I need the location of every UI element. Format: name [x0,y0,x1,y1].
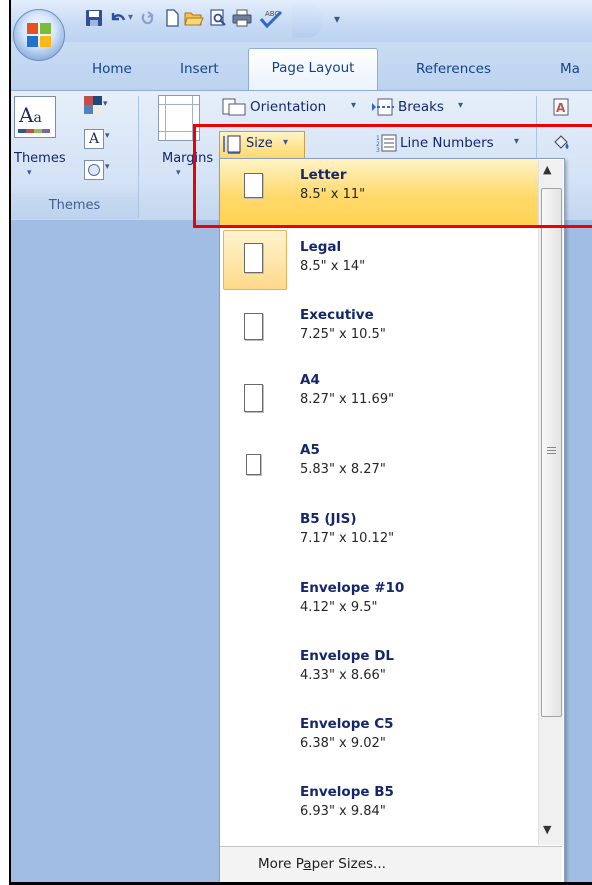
highlight-annotation-box [193,124,592,228]
themes-icon[interactable]: Aa [14,96,56,138]
item-dimensions: 8.5" x 14" [300,259,366,274]
tab-home[interactable]: Home [92,56,132,82]
paper-executive-icon [244,313,263,340]
list-item[interactable]: Envelope DL 4.33" x 8.66" [220,640,538,708]
orientation-icon[interactable] [222,98,246,116]
item-name: Envelope DL [300,648,395,664]
item-name: Envelope C5 [300,716,394,732]
item-name: A4 [300,372,320,388]
theme-fonts-dropdown-icon[interactable]: ▾ [105,131,110,141]
item-dimensions: 8.27" x 11.69" [300,392,395,407]
more-paper-sizes-button[interactable]: More Paper Sizes... [220,846,562,883]
orientation-dropdown-icon[interactable]: ▾ [351,100,356,111]
list-item[interactable]: A4 8.27" x 11.69" [220,364,538,432]
breaks-dropdown-icon[interactable]: ▾ [458,100,463,111]
themes-label[interactable]: Themes [14,151,66,166]
spelling-check-icon[interactable]: ABC [256,8,286,28]
item-dimensions: 6.38" x 9.02" [300,736,386,751]
frame-border-left [9,0,11,885]
scroll-down-arrow-icon[interactable]: ▼ [543,823,551,836]
tab-page-layout[interactable]: Page Layout [248,48,378,91]
paper-a4-icon [244,384,263,412]
paper-legal-icon [244,243,263,273]
orientation-label[interactable]: Orientation [250,99,326,115]
new-document-icon[interactable] [162,8,182,28]
svg-text:▾: ▾ [103,99,108,109]
list-item[interactable]: Envelope C5 6.38" x 9.02" [220,708,538,776]
tab-mailings[interactable]: Ma [560,56,580,82]
list-item[interactable]: Executive 7.25" x 10.5" [220,299,538,367]
theme-effects-dropdown-icon[interactable]: ▾ [105,162,110,172]
redo-icon[interactable] [138,8,158,28]
tab-insert[interactable]: Insert [180,56,219,82]
more-paper-sizes-label: More Paper Sizes... [258,856,386,872]
list-item[interactable]: Legal 8.5" x 14" [220,230,538,299]
quick-access-toolbar-end [292,4,322,38]
breaks-icon[interactable] [372,98,394,116]
list-item[interactable]: A5 5.83" x 8.27" [220,434,538,502]
customize-toolbar-icon[interactable]: ▾ [334,12,340,26]
list-item[interactable]: Envelope B5 6.93" x 9.84" [220,776,538,844]
theme-fonts-icon[interactable]: A [84,129,104,149]
item-dimensions: 7.17" x 10.12" [300,531,395,546]
item-dimensions: 7.25" x 10.5" [300,327,386,342]
theme-effects-icon[interactable] [84,160,104,180]
themes-dropdown-icon[interactable]: ▾ [27,168,32,178]
theme-colors-icon[interactable]: ▾ [84,96,108,114]
item-dimensions: 6.93" x 9.84" [300,804,386,819]
undo-icon[interactable] [108,8,128,28]
group-divider [138,96,139,218]
item-dimensions: 5.83" x 8.27" [300,462,386,477]
item-name: Legal [300,239,342,255]
quick-print-icon[interactable] [232,8,252,28]
office-button[interactable] [13,9,65,61]
paper-a5-icon [246,454,261,475]
item-name: A5 [300,442,320,458]
item-name: Envelope B5 [300,784,394,800]
tab-references[interactable]: References [416,56,491,82]
list-item[interactable]: Envelope #10 4.12" x 9.5" [220,572,538,640]
item-name: B5 (JIS) [300,511,357,527]
margins-dropdown-icon[interactable]: ▾ [176,168,181,178]
open-folder-icon[interactable] [184,8,204,28]
item-dimensions: 4.33" x 8.66" [300,668,386,683]
list-item[interactable]: B5 (JIS) 7.17" x 10.12" [220,503,538,571]
item-name: Executive [300,307,374,323]
breaks-label[interactable]: Breaks [398,99,444,115]
office-logo-icon [27,23,51,47]
scrollbar-thumb[interactable] [541,188,562,717]
save-icon[interactable] [84,8,104,28]
group-label-themes: Themes [11,193,138,219]
item-dimensions: 4.12" x 9.5" [300,600,378,615]
watermark-icon[interactable]: A [552,98,574,116]
undo-dropdown-icon[interactable]: ▾ [128,12,133,23]
svg-text:A: A [556,101,566,115]
item-name: Envelope #10 [300,580,405,596]
print-preview-icon[interactable] [208,8,228,28]
